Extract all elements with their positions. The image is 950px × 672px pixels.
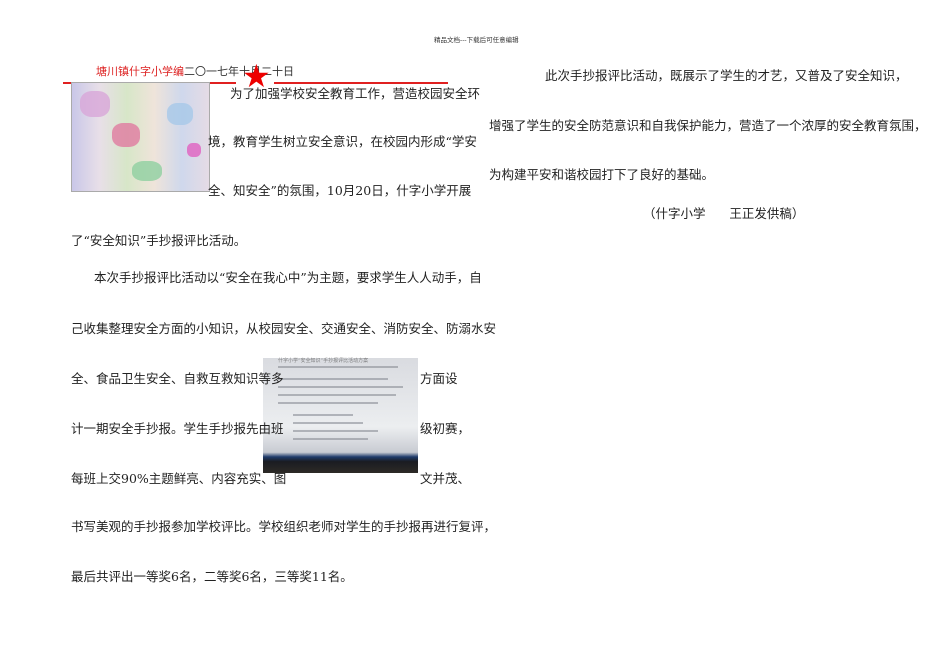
school-name: 塘川镇什字小学编 <box>96 65 184 78</box>
left-line: 每班上交90%主题鲜亮、内容充实、图 <box>71 471 287 486</box>
left-line: 最后共评出一等奖6名，二等奖6名，三等奖11名。 <box>71 569 353 584</box>
left-line: 书写美观的手抄报参加学校评比。学校组织老师对学生的手抄报再进行复评， <box>71 519 497 534</box>
header-note: 精品文档---下载后可任意编辑 <box>434 36 519 44</box>
byline: （什字小学 王正发供稿） <box>643 206 805 221</box>
left-line: 全、食品卫生安全、自救互救知识等多 <box>71 371 284 386</box>
left-line: 文并茂、 <box>420 471 471 486</box>
photo-caption: 什字小学“安全知识”手抄报评比活动方案 <box>278 358 369 364</box>
left-line: 本次手抄报评比活动以“安全在我心中”为主题，要求学生人人动手，自 <box>94 270 482 285</box>
plan-document-photo: 什字小学“安全知识”手抄报评比活动方案 <box>263 358 418 473</box>
document-page: 精品文档---下载后可任意编辑 塘川镇什字小学编二〇一七年十月二十日 ★ 什字小… <box>0 0 950 672</box>
left-line: 为了加强学校安全教育工作，营造校园安全环 <box>230 86 481 101</box>
poster-photo <box>71 82 210 192</box>
right-line: 增强了学生的安全防范意识和自我保护能力，营造了一个浓厚的安全教育氛围， <box>489 118 927 133</box>
left-line: 了“安全知识”手抄报评比活动。 <box>71 233 247 248</box>
red-rule-mid <box>208 82 236 84</box>
left-line: 方面设 <box>420 371 458 386</box>
photo-text-line <box>278 366 398 368</box>
left-line: 己收集整理安全方面的小知识，从校园安全、交通安全、消防安全、防溺水安 <box>71 321 497 336</box>
right-line: 此次手抄报评比活动，既展示了学生的才艺，又普及了安全知识， <box>545 68 908 83</box>
red-rule-right <box>274 82 448 84</box>
left-line: 计一期安全手抄报。学生手抄报先由班 <box>71 421 284 436</box>
left-line: 境，教育学生树立安全意识，在校园内形成“学安 <box>208 134 477 149</box>
right-line: 为构建平安和谐校园打下了良好的基础。 <box>489 167 715 182</box>
left-line: 级初赛， <box>420 421 471 436</box>
masthead-date: 二〇一七年十月二十日 <box>184 65 294 78</box>
left-line: 全、知安全”的氛围，10月20日，什字小学开展 <box>208 183 472 198</box>
